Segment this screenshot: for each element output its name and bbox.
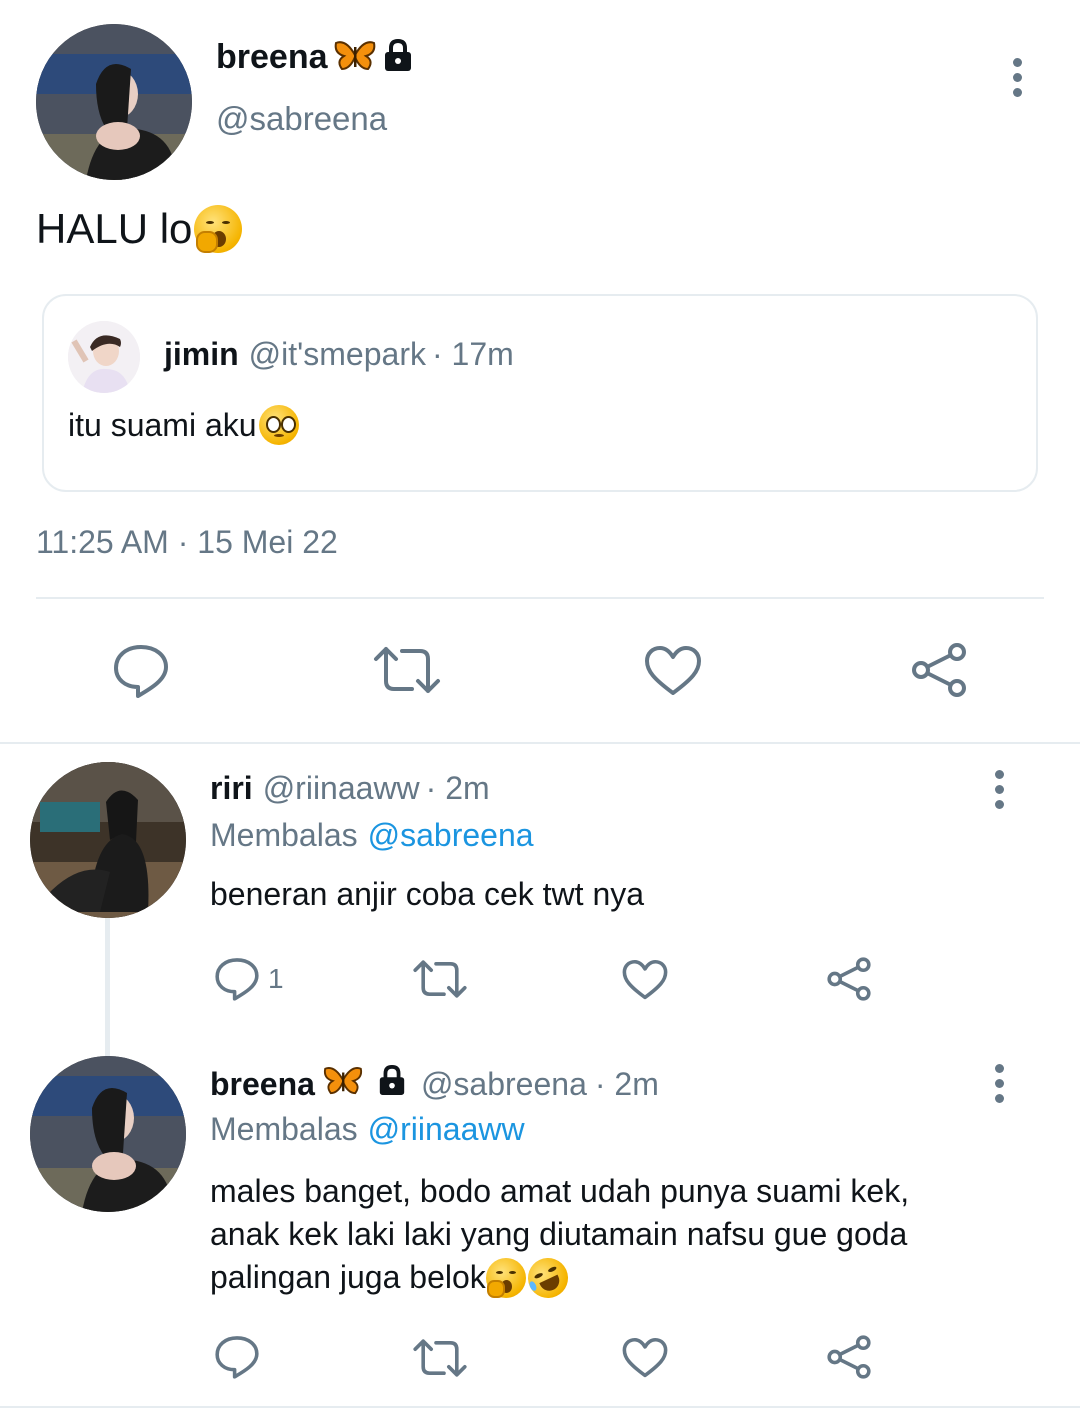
divider-bottom (0, 1406, 1080, 1408)
reply2-text-line: anak kek laki laki yang diutamain nafsu … (210, 1216, 908, 1252)
main-tweet-text: HALU lo (36, 205, 243, 253)
reply2-text-line: palingan juga belok (210, 1259, 486, 1295)
reply1-reply-count: 1 (268, 963, 284, 994)
reply2-avatar[interactable] (30, 1056, 186, 1212)
thread-line (105, 918, 110, 1058)
reply2-reply-icon[interactable] (214, 1334, 260, 1380)
rolling-laughing-emoji (521, 1250, 575, 1305)
quoted-avatar (68, 321, 140, 393)
main-share-icon[interactable] (910, 642, 968, 698)
reply2-retweet-icon[interactable] (412, 1337, 468, 1379)
reply1-like-icon[interactable] (622, 959, 668, 1001)
main-reply-icon[interactable] (112, 643, 170, 699)
quoted-time: · 17m (431, 336, 514, 372)
reply1-replying-to[interactable]: @sabreena (368, 817, 534, 854)
main-more-icon[interactable] (1010, 58, 1024, 97)
reply2-display-name[interactable]: breena (210, 1066, 315, 1103)
butterfly-icon (334, 39, 376, 76)
lock-icon (377, 1064, 407, 1104)
reply2-handle[interactable]: @sabreena (421, 1066, 587, 1103)
quoted-display-name: jimin (164, 336, 239, 372)
divider-timestamp (36, 597, 1044, 599)
quoted-text-content: itu suami aku (68, 406, 257, 443)
quoted-handle: @it'smepark (248, 336, 426, 372)
main-like-icon[interactable] (644, 645, 702, 697)
main-avatar[interactable] (36, 24, 192, 180)
reply1-share-icon[interactable] (826, 956, 872, 1002)
main-display-name[interactable]: breena (216, 38, 328, 77)
quoted-tweet-card[interactable] (42, 294, 1038, 492)
reply2-replying-prefix: Membalas (210, 1111, 358, 1147)
reply2-replying-to[interactable]: @riinaaww (368, 1111, 525, 1148)
reply1-display-name[interactable]: riri (210, 770, 253, 807)
divider-main (0, 742, 1080, 744)
reply2-more-icon[interactable] (992, 1064, 1006, 1103)
reply1-retweet-icon[interactable] (412, 958, 468, 1000)
reply1-reply-icon[interactable]: 1 (214, 956, 284, 1002)
reply1-time: · 2m (425, 770, 490, 806)
reply2-time: · 2m (594, 1065, 659, 1102)
butterfly-icon (323, 1065, 363, 1103)
yawning-face-emoji (194, 205, 243, 253)
pleading-face-emoji (258, 405, 299, 445)
main-tweet-text-content: HALU lo (36, 205, 193, 252)
reply1-handle[interactable]: @riinaaww (263, 770, 420, 807)
main-timestamp[interactable]: 11:25 AM · 15 Mei 22 (36, 524, 338, 561)
reply1-avatar[interactable] (30, 762, 186, 918)
quoted-text: itu suami aku (68, 405, 299, 445)
lock-icon (382, 38, 414, 77)
reply1-more-icon[interactable] (992, 770, 1006, 809)
yawning-face-emoji (485, 1257, 526, 1298)
reply2-like-icon[interactable] (622, 1337, 668, 1379)
reply2-text-line: males banget, bodo amat udah punya suami… (210, 1173, 910, 1209)
main-handle[interactable]: @sabreena (216, 100, 387, 138)
reply1-text: beneran anjir coba cek twt nya (210, 876, 645, 912)
reply2-text: males banget, bodo amat udah punya suami… (210, 1170, 910, 1305)
reply1-replying-prefix: Membalas (210, 817, 358, 853)
main-retweet-icon[interactable] (372, 645, 442, 695)
reply2-share-icon[interactable] (826, 1334, 872, 1380)
